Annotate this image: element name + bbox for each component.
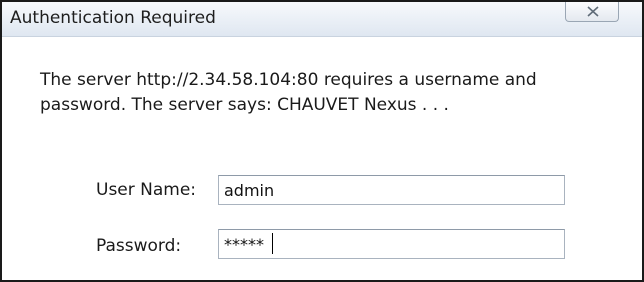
username-input[interactable]: [218, 175, 565, 205]
password-label: Password:: [96, 236, 182, 256]
auth-message: The server http://2.34.58.104:80 require…: [40, 70, 537, 115]
title-bar[interactable]: Authentication Required: [2, 2, 642, 37]
password-input[interactable]: [218, 229, 565, 259]
text-caret: [272, 233, 273, 254]
close-button[interactable]: [565, 2, 619, 22]
dialog-title: Authentication Required: [10, 8, 216, 28]
username-label: User Name:: [96, 180, 197, 200]
close-x-icon: [587, 6, 599, 17]
authentication-dialog: Authentication Required The server http:…: [0, 0, 644, 282]
